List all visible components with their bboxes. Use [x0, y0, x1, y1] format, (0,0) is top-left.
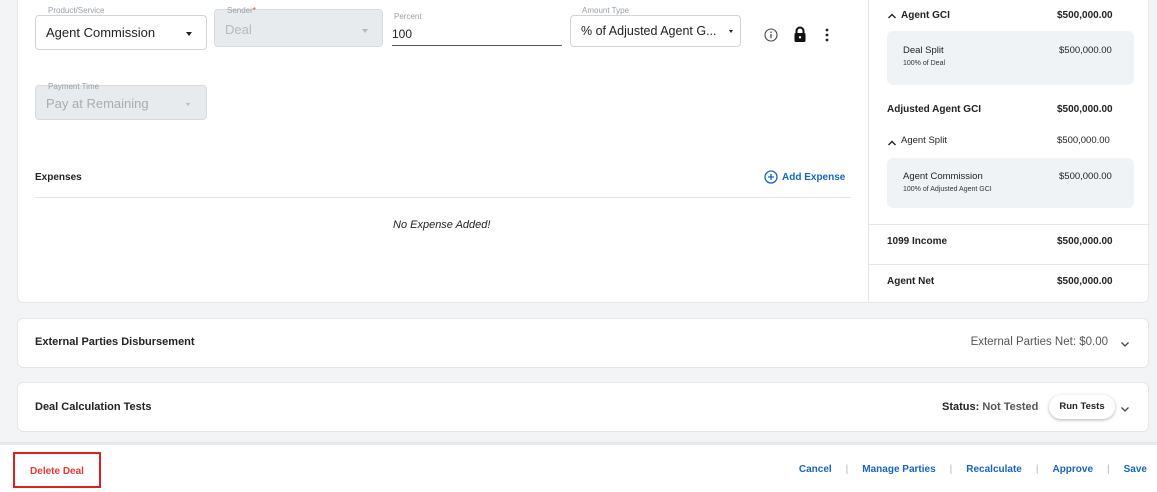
no-expense-text: No Expense Added! — [393, 219, 491, 231]
product-service-label: Product/Service — [46, 6, 107, 15]
external-parties-panel[interactable]: External Parties Disbursement External P… — [17, 318, 1149, 368]
agent-split-label: Agent Split — [901, 135, 947, 146]
external-parties-title: External Parties Disbursement — [35, 336, 195, 348]
payment-time-value: Pay at Remaining — [46, 96, 149, 111]
agent-commission-sub: 100% of Adjusted Agent GCI — [903, 186, 992, 193]
test-status-value: Not Tested — [982, 401, 1039, 413]
save-button[interactable]: Save — [1124, 464, 1147, 475]
deal-split-label: Deal Split — [903, 45, 944, 56]
summary-divider — [869, 264, 1150, 265]
chevron-down-icon — [186, 32, 192, 36]
agent-commission-box: Agent Commission 100% of Adjusted Agent … — [887, 158, 1134, 208]
run-tests-button[interactable]: Run Tests — [1049, 395, 1115, 419]
chevron-up-icon[interactable] — [887, 139, 897, 147]
footer-separator: | — [1107, 464, 1110, 475]
test-status: Status: Not Tested — [942, 401, 1038, 413]
percent-label: Percent — [394, 12, 422, 21]
delete-deal-button[interactable]: Delete Deal — [13, 452, 101, 488]
amount-type-select[interactable]: % of Adjusted Agent G... — [570, 15, 741, 47]
amount-type-label: Amount Type — [580, 6, 631, 15]
add-expense-label: Add Expense — [782, 171, 846, 183]
external-parties-net: External Parties Net: $0.00 — [970, 336, 1108, 348]
approve-button[interactable]: Approve — [1052, 464, 1093, 475]
chevron-down-icon — [729, 30, 733, 33]
deal-split-sub: 100% of Deal — [903, 60, 946, 67]
calc-tests-title: Deal Calculation Tests — [35, 401, 152, 413]
payment-time-label: Payment Time — [48, 82, 100, 91]
agent-gci-value: $500,000.00 — [1057, 10, 1113, 21]
cancel-button[interactable]: Cancel — [799, 464, 832, 475]
summary-divider — [869, 224, 1150, 225]
add-expense-button[interactable]: Add Expense — [764, 170, 845, 184]
agent-gci-label: Agent GCI — [901, 10, 950, 21]
chevron-down-icon — [362, 29, 368, 33]
calc-tests-panel[interactable]: Deal Calculation Tests Status: Not Teste… — [17, 382, 1149, 432]
deal-split-box: Deal Split 100% of Deal $500,000.00 — [887, 31, 1134, 85]
footer-separator: | — [845, 464, 849, 475]
footer-bar: Delete Deal Cancel | Manage Parties | Re… — [0, 442, 1157, 492]
sender-label: Sender* — [227, 6, 256, 15]
test-status-label: Status: — [942, 401, 980, 413]
run-tests-label: Run Tests — [1059, 401, 1105, 412]
agent-payment-card: Agent Commission Product/Service Deal Se… — [17, 0, 1150, 303]
info-icon[interactable] — [764, 28, 778, 42]
recalculate-button[interactable]: Recalculate — [966, 464, 1022, 475]
chevron-down-icon — [186, 103, 190, 106]
adjusted-agent-gci-value: $500,000.00 — [1057, 104, 1113, 115]
agent-commission-value: $500,000.00 — [1059, 171, 1112, 182]
footer-actions: Cancel | Manage Parties | Recalculate | … — [799, 464, 1147, 475]
chevron-down-icon[interactable] — [1120, 340, 1130, 348]
footer-separator: | — [1035, 464, 1039, 475]
add-circle-icon — [764, 170, 778, 184]
delete-deal-label: Delete Deal — [30, 466, 84, 477]
percent-value: 100 — [392, 27, 413, 41]
expenses-title: Expenses — [35, 172, 82, 183]
expenses-divider — [35, 197, 851, 198]
footer-separator: | — [949, 464, 953, 475]
percent-field[interactable]: Percent 100 — [392, 9, 562, 46]
product-service-select[interactable]: Agent Commission — [35, 15, 207, 50]
adjusted-agent-gci-label: Adjusted Agent GCI — [887, 104, 982, 115]
summary-column: Agent GCI $500,000.00 Deal Split 100% of… — [868, 0, 1150, 303]
agent-net-label: Agent Net — [887, 276, 935, 287]
deal-split-value: $500,000.00 — [1059, 45, 1112, 56]
manage-parties-button[interactable]: Manage Parties — [862, 464, 935, 475]
chevron-up-icon[interactable] — [887, 12, 897, 20]
agent-split-value: $500,000.00 — [1057, 135, 1110, 146]
agent-net-value: $500,000.00 — [1057, 276, 1113, 287]
lock-icon[interactable] — [793, 26, 807, 43]
agent-commission-label: Agent Commission — [903, 171, 983, 182]
chevron-down-icon[interactable] — [1120, 405, 1130, 413]
sender-value: Deal — [225, 22, 252, 37]
income-1099-label: 1099 Income — [887, 236, 948, 247]
more-options-icon[interactable] — [824, 28, 830, 42]
income-1099-value: $500,000.00 — [1057, 236, 1113, 247]
product-service-value: Agent Commission — [46, 25, 156, 40]
amount-type-value: % of Adjusted Agent G... — [581, 24, 717, 38]
